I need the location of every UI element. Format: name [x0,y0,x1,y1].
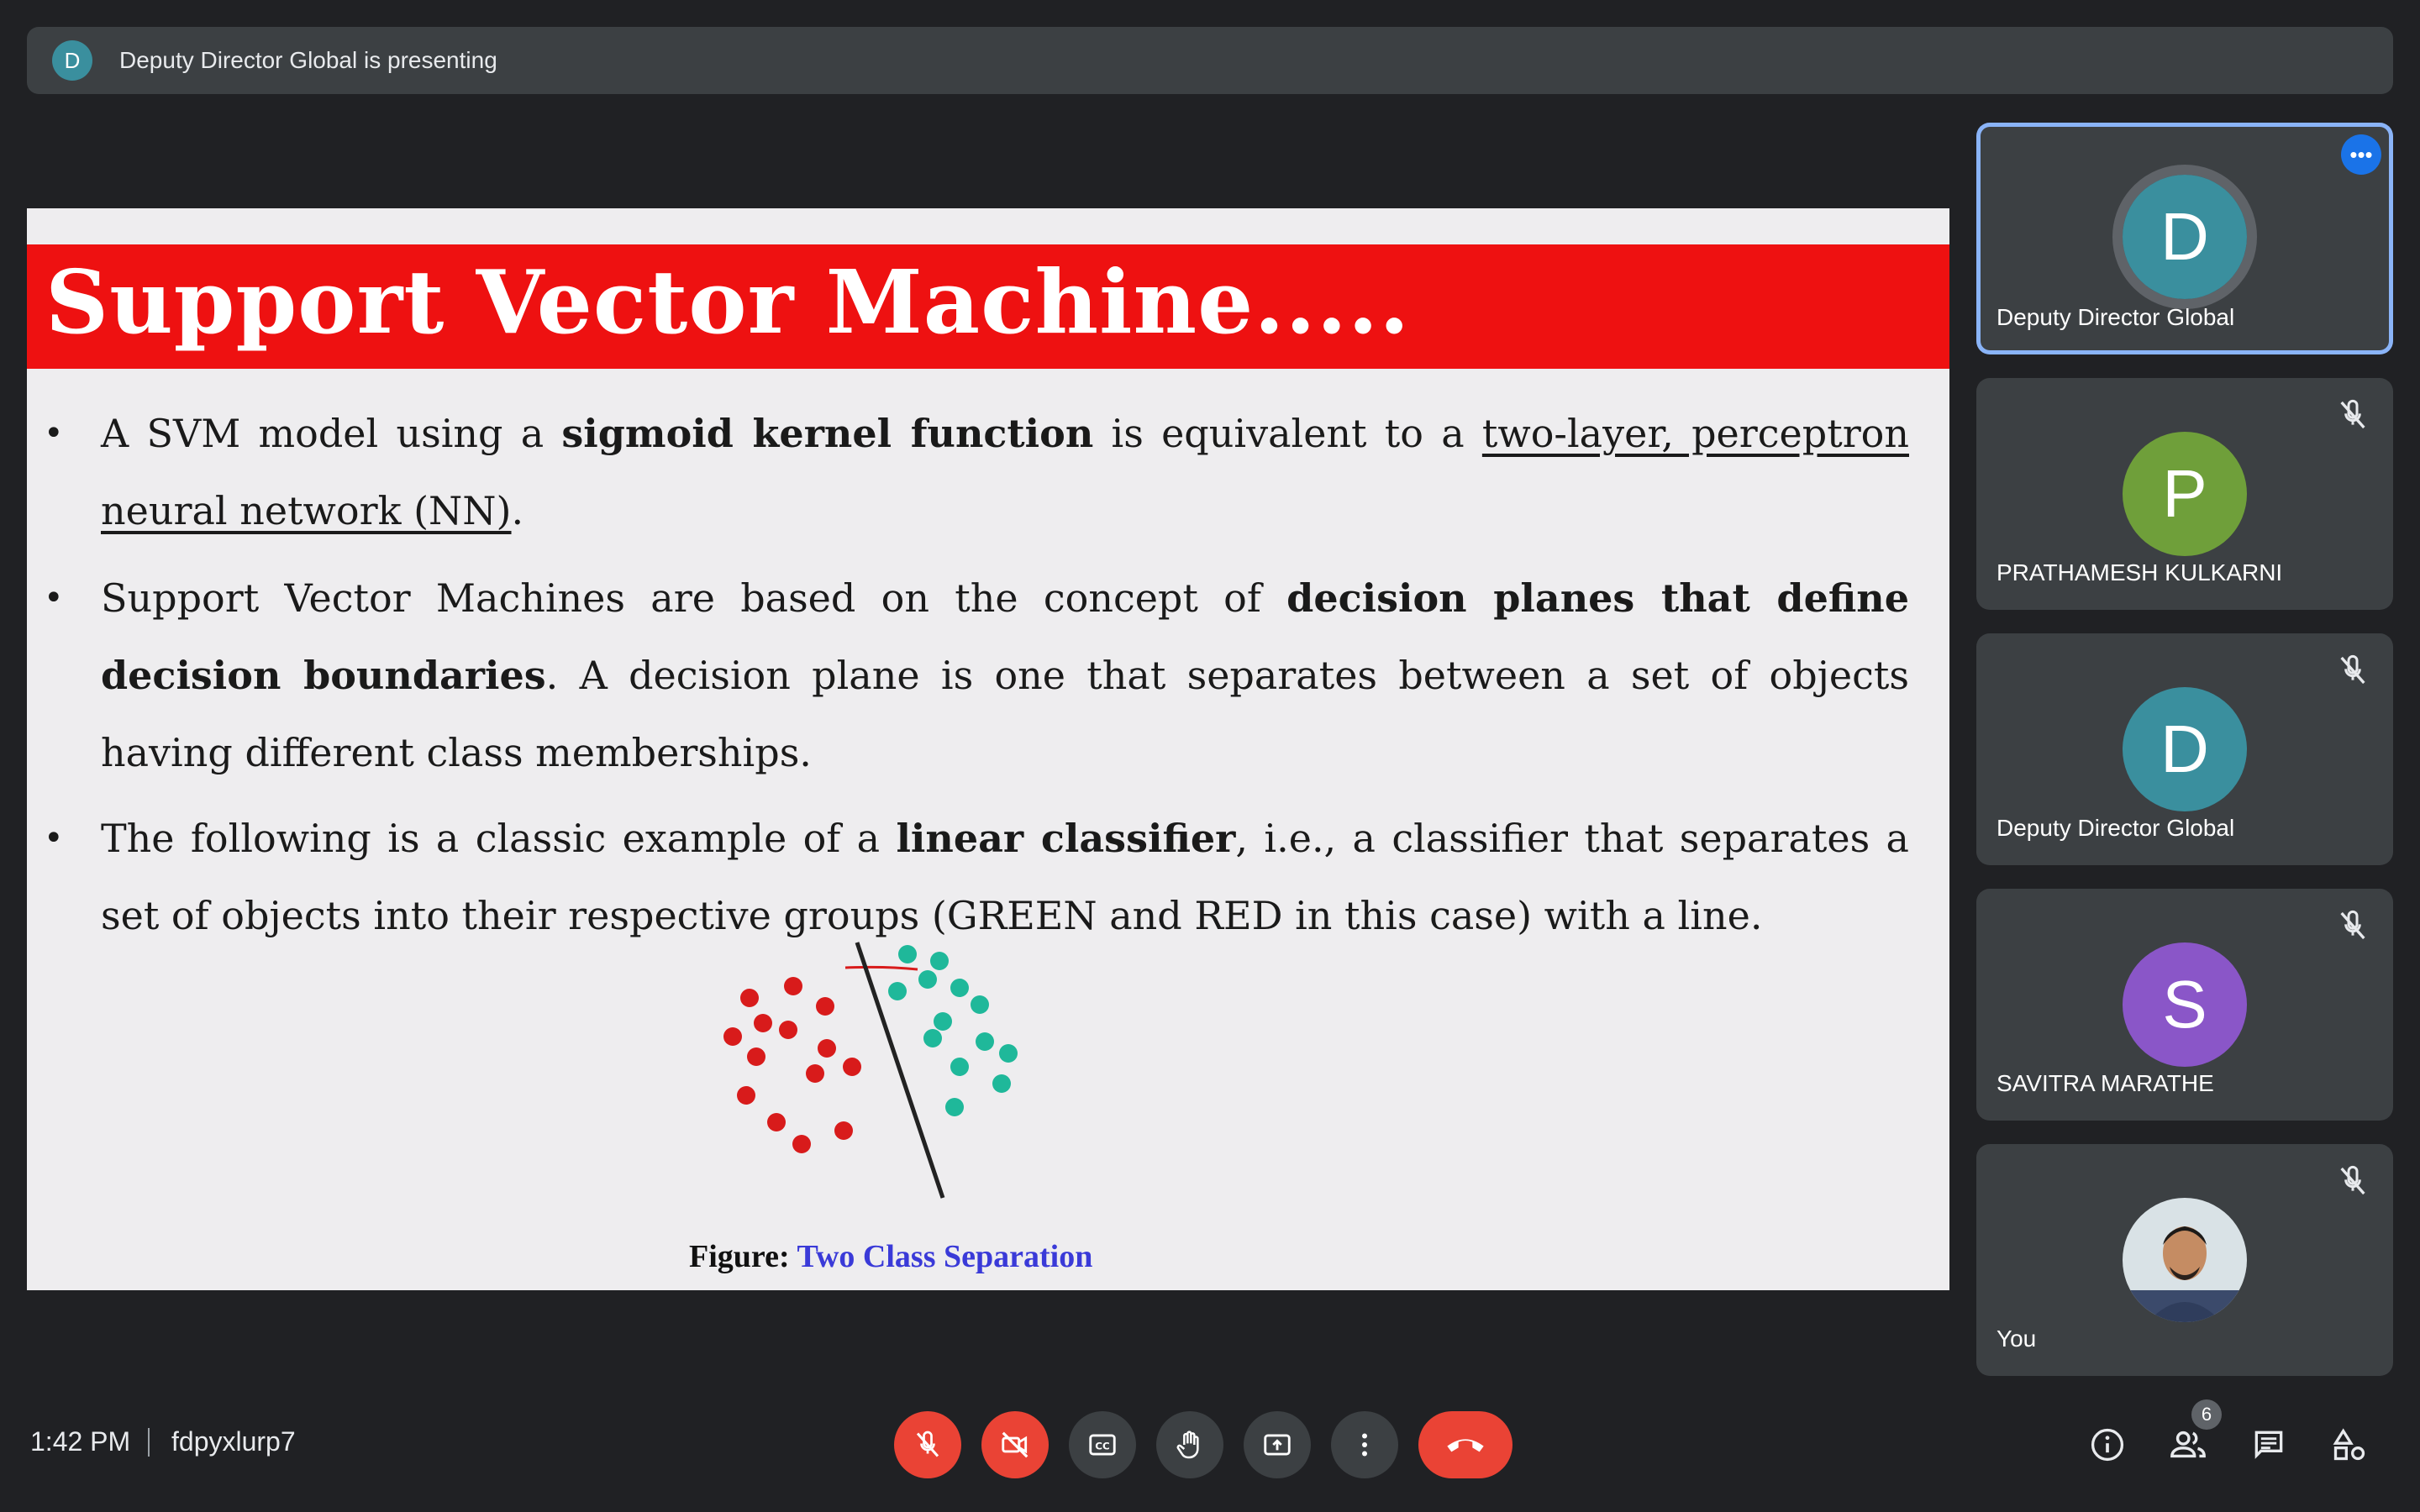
participant-tile-presenter[interactable]: D ••• Deputy Director Global [1976,123,2393,354]
data-point [834,1121,853,1140]
bullet-dot: • [44,414,64,453]
data-point [918,970,937,989]
figure-caption-label: Figure: [689,1239,790,1274]
participant-count-badge: 6 [2191,1399,2222,1430]
mic-off-icon [2340,399,2365,429]
bullet-1-text-b: is equivalent to a [1093,411,1482,456]
captions-icon: CC [1089,1434,1116,1456]
end-call-button[interactable] [1418,1411,1512,1478]
avatar: S [2123,942,2247,1067]
data-point [843,1058,861,1076]
more-options-icon[interactable]: ••• [2341,134,2381,175]
info-icon [2091,1428,2124,1462]
data-point [934,1012,952,1031]
participant-tile-deputy[interactable]: D Deputy Director Global [1976,633,2393,865]
chat-button[interactable] [2249,1425,2289,1465]
bullet-1-text-c: . [511,488,524,533]
data-point [992,1074,1011,1093]
avatar: D [2123,687,2247,811]
data-point [950,1058,969,1076]
mic-off-icon [2340,654,2365,685]
captions-button[interactable]: CC [1069,1411,1136,1478]
data-point [976,1032,994,1051]
participant-name: PRATHAMESH KULKARNI [1996,559,2283,585]
avatar: P [2123,432,2247,556]
present-icon [1264,1434,1291,1456]
participant-name: You [1996,1326,2037,1352]
data-point [971,995,989,1014]
bullet-3-bold: linear classifier [896,816,1236,861]
two-class-figure [723,942,1018,1199]
participant-name: SAVITRA MARATHE [1996,1070,2214,1096]
svg-text:CC: CC [1095,1441,1109,1452]
participant-tile-prathamesh[interactable]: P PRATHAMESH KULKARNI [1976,378,2393,610]
presenting-text: Deputy Director Global is presenting [119,47,497,73]
data-point [999,1044,1018,1063]
more-options-button[interactable] [1331,1411,1398,1478]
data-point [747,1047,765,1066]
bullet-3-text-a: The following is a classic example of a [101,816,897,861]
meeting-code: fdpyxlurp7 [171,1426,296,1457]
data-point [754,1014,772,1032]
data-point [784,977,802,995]
camera-toggle-button[interactable] [981,1411,1049,1478]
data-point [779,1021,797,1039]
present-screen-button[interactable] [1244,1411,1311,1478]
data-point [888,982,907,1000]
raise-hand-button[interactable] [1156,1411,1223,1478]
data-point [945,1098,964,1116]
participant-name: Deputy Director Global [1996,304,2235,330]
data-point [792,1135,811,1153]
mic-off-icon [2340,910,2365,940]
raise-hand-icon [1176,1431,1199,1459]
bullet-2-text-a: Support Vector Machines are based on the… [101,575,1287,621]
data-point [898,945,917,963]
data-point [767,1113,786,1131]
meeting-time: 1:42 PM [30,1426,131,1457]
chat-icon [2254,1431,2283,1459]
data-point [930,952,949,970]
bullet-dot: • [44,579,64,617]
data-point [923,1029,942,1047]
avatar: D [2123,175,2247,299]
camera-off-icon [1002,1431,1028,1458]
end-call-icon [1447,1439,1484,1452]
mic-off-icon [916,1431,939,1457]
bullet-1-text-a: A SVM model using a [101,411,562,456]
annotation-underline [844,965,918,971]
people-button[interactable] [2168,1425,2208,1465]
red-class-points [723,977,861,1153]
mic-toggle-button[interactable] [894,1411,961,1478]
participant-tile-you[interactable]: You [1976,1144,2393,1376]
slide-title: Support Vector Machine..... [45,250,1411,354]
people-icon [2170,1431,2206,1458]
participant-tile-savitra[interactable]: S SAVITRA MARATHE [1976,889,2393,1121]
data-point [740,989,759,1007]
presenter-avatar: D [52,40,92,81]
more-options-icon [1362,1433,1367,1457]
data-point [816,997,834,1016]
data-point [737,1086,755,1105]
bullet-dot: • [44,819,64,858]
shared-slide: Support Vector Machine..... • A SVM mode… [27,208,1949,1290]
meeting-info-button[interactable] [2087,1425,2128,1465]
presenting-banner: D Deputy Director Global is presenting [27,27,2393,94]
figure-caption-title: Two Class Separation [797,1239,1093,1274]
mic-off-icon [2340,1165,2365,1195]
divider [148,1428,150,1457]
slide-bullet-2: • Support Vector Machines are based on t… [44,559,1909,791]
user-photo-avatar [2123,1198,2247,1322]
data-point [723,1027,742,1046]
activities-icon [2333,1428,2365,1461]
slide-bullet-1: • A SVM model using a sigmoid kernel fun… [44,395,1909,549]
data-point [950,979,969,997]
data-point [806,1064,824,1083]
data-point [818,1039,836,1058]
participant-name: Deputy Director Global [1996,815,2235,841]
bullet-1-bold: sigmoid kernel function [561,411,1094,456]
activities-button[interactable] [2329,1425,2370,1465]
figure-caption: Figure: Two Class Separation [689,1238,1092,1275]
